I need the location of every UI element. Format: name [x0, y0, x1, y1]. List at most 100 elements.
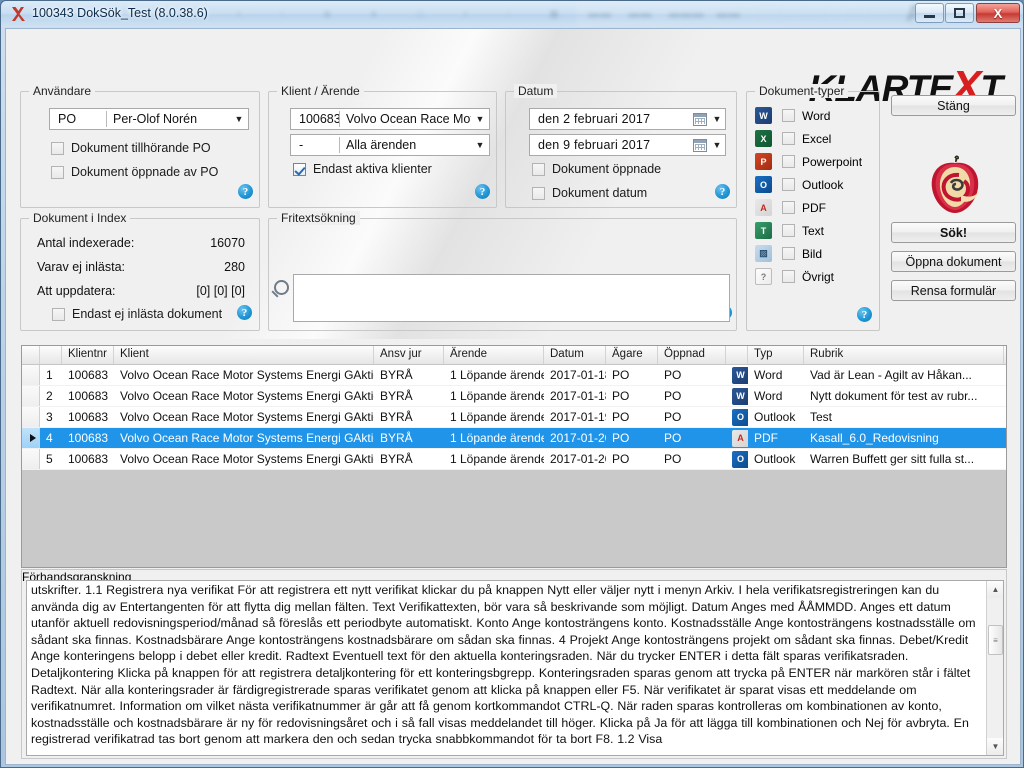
cell-rubrik: Vad är Lean - Agilt av Håkan... [810, 368, 972, 382]
doctype-row-excel[interactable]: X Excel [755, 130, 831, 147]
grid-column-header[interactable] [22, 346, 40, 364]
calendar-icon[interactable] [693, 138, 707, 152]
doctype-row-bild[interactable]: ▨ Bild [755, 245, 822, 262]
grid-column-header[interactable]: Klientnr [62, 346, 114, 364]
help-icon-klient[interactable]: ? [475, 184, 490, 199]
doctype-row-text[interactable]: T Text [755, 222, 824, 239]
help-icon-anvandare[interactable]: ? [238, 184, 253, 199]
ghost-tabs-bleedthrough: ▬▬ ▬▬ ▬▬▬ ▬▬ [576, 1, 911, 27]
text-icon: T [755, 222, 772, 239]
klient-combo[interactable]: 100683 Volvo Ocean Race Motor ▼ [290, 108, 490, 130]
user-combo[interactable]: PO Per-Olof Norén ▼ [49, 108, 249, 130]
checkbox-dokument-oppnade-av[interactable]: Dokument öppnade av PO [51, 165, 218, 179]
cell-ansv-jur: BYRÅ [380, 368, 413, 382]
user-code: PO [58, 112, 77, 126]
fritext-input[interactable] [293, 274, 730, 322]
checkbox-box[interactable] [782, 155, 795, 168]
cell-typ: PDF [754, 431, 778, 445]
doctype-label: Övrigt [802, 269, 835, 284]
table-row[interactable]: 5 100683 Volvo Ocean Race Motor Systems En… [22, 449, 1006, 470]
cell-typ-icon: O [726, 449, 748, 469]
grid-column-header[interactable]: Rubrik [804, 346, 1004, 364]
minimize-button[interactable] [915, 3, 944, 23]
table-row[interactable]: 4 100683 Volvo Ocean Race Motor Systems En… [22, 428, 1006, 449]
search-icon [274, 280, 289, 295]
cell-typ: Outlook [754, 452, 796, 466]
checkbox-box[interactable] [782, 270, 795, 283]
maximize-button[interactable] [945, 3, 974, 23]
checkbox-dokument-oppnade[interactable]: Dokument öppnade [532, 162, 661, 176]
chevron-down-icon[interactable]: ▼ [709, 140, 725, 150]
doctype-row-powerpoint[interactable]: P Powerpoint [755, 153, 862, 170]
checkbox-box[interactable] [293, 162, 306, 176]
date-from-value: den 2 februari 2017 [538, 112, 651, 126]
user-name: Per-Olof Norén [113, 112, 198, 126]
checkbox-box[interactable] [782, 224, 795, 237]
table-row[interactable]: 1 100683 Volvo Ocean Race Motor Systems En… [22, 365, 1006, 386]
preview-scrollbar[interactable]: ▲ ≡ ▼ [986, 581, 1003, 755]
rensa-formular-button[interactable]: Rensa formulär [891, 280, 1016, 301]
checkbox-box[interactable] [532, 186, 545, 200]
close-icon: X [993, 5, 1003, 21]
checkbox-dokument-tillhorande[interactable]: Dokument tillhörande PO [51, 141, 211, 155]
checkbox-box[interactable] [532, 162, 545, 176]
chevron-down-icon[interactable]: ▼ [230, 114, 248, 124]
title-bar[interactable]: ▪ ▫ ◈ ● ◇ ▪ ▫ ◼ ◻ ▪ ▬▬ ▬▬ ▬▬▬ ▬▬ Aa 1003… [1, 1, 1023, 27]
help-icon-doktyper[interactable]: ? [857, 307, 872, 322]
doctype-row-word[interactable]: W Word [755, 107, 830, 124]
table-row[interactable]: 2 100683 Volvo Ocean Race Motor Systems En… [22, 386, 1006, 407]
preview-textbox[interactable]: utskrifter. 1.1 Registrera nya verifikat… [26, 580, 1004, 756]
checkbox-box[interactable] [782, 247, 795, 260]
scrollbar-thumb[interactable]: ≡ [988, 625, 1003, 655]
help-icon-index[interactable]: ? [237, 305, 252, 320]
scroll-down-icon[interactable]: ▼ [987, 738, 1003, 755]
cell-arende: 1 Löpande ärenden [450, 452, 544, 466]
checkbox-box[interactable] [782, 178, 795, 191]
cell-oppnad: PO [664, 431, 682, 445]
checkbox-box[interactable] [52, 307, 65, 321]
checkbox-dokument-datum[interactable]: Dokument datum [532, 186, 647, 200]
cell-typ: Word [754, 368, 783, 382]
chevron-down-icon[interactable]: ▼ [471, 140, 489, 150]
scroll-up-icon[interactable]: ▲ [987, 581, 1003, 598]
grid-column-header[interactable]: Datum [544, 346, 606, 364]
grid-column-header[interactable]: Ansv jur [374, 346, 444, 364]
doctype-row-övrigt[interactable]: ? Övrigt [755, 268, 834, 285]
date-to-field[interactable]: den 9 februari 2017 ▼ [529, 134, 726, 156]
results-grid[interactable]: Klientnr Klient Ansv jur Ärende Datum Ägare Öp… [21, 345, 1007, 568]
grid-column-header[interactable]: Ägare [606, 346, 658, 364]
checkbox-endast-ej-inlasta[interactable]: Endast ej inlästa dokument [52, 307, 222, 321]
doctype-row-pdf[interactable]: A PDF [755, 199, 826, 216]
checkbox-endast-aktiva-klienter[interactable]: Endast aktiva klienter [293, 162, 432, 176]
checkbox-box[interactable] [782, 132, 795, 145]
checkbox-box[interactable] [782, 109, 795, 122]
checkbox-box[interactable] [51, 141, 64, 155]
grid-column-header[interactable] [726, 346, 748, 364]
chevron-down-icon[interactable]: ▼ [709, 114, 725, 124]
checkbox-box[interactable] [51, 165, 64, 179]
help-icon-datum[interactable]: ? [715, 184, 730, 199]
chevron-down-icon[interactable]: ▼ [471, 114, 489, 124]
grid-column-header[interactable] [40, 346, 62, 364]
grid-column-header[interactable]: Öppnad [658, 346, 726, 364]
grid-column-header[interactable]: Klient [114, 346, 374, 364]
sok-button[interactable]: Sök! [891, 222, 1016, 243]
table-row[interactable]: 3 100683 Volvo Ocean Race Motor Systems En… [22, 407, 1006, 428]
doctype-row-outlook[interactable]: O Outlook [755, 176, 843, 193]
arende-combo[interactable]: - Alla ärenden ▼ [290, 134, 490, 156]
cell-klient: Volvo Ocean Race Motor Systems Energi GA… [120, 389, 374, 403]
unknown-icon: ? [755, 268, 772, 285]
date-from-field[interactable]: den 2 februari 2017 ▼ [529, 108, 726, 130]
oppna-dokument-button[interactable]: Öppna dokument [891, 251, 1016, 272]
cell-arende: 1 Löpande ärenden [450, 410, 544, 424]
checkbox-box[interactable] [782, 201, 795, 214]
row-selector [22, 428, 40, 448]
grid-column-header[interactable]: Typ [748, 346, 804, 364]
datum-group: Datum den 2 februari 2017 ▼ den 9 februa… [505, 84, 737, 208]
calendar-icon[interactable] [693, 112, 707, 126]
grid-body[interactable]: 1 100683 Volvo Ocean Race Motor Systems En… [22, 365, 1006, 470]
stang-button[interactable]: Stäng [891, 95, 1016, 116]
grid-column-header[interactable]: Ärende [444, 346, 544, 364]
close-button[interactable]: X [976, 3, 1020, 23]
cell-typ-icon: W [726, 386, 748, 406]
